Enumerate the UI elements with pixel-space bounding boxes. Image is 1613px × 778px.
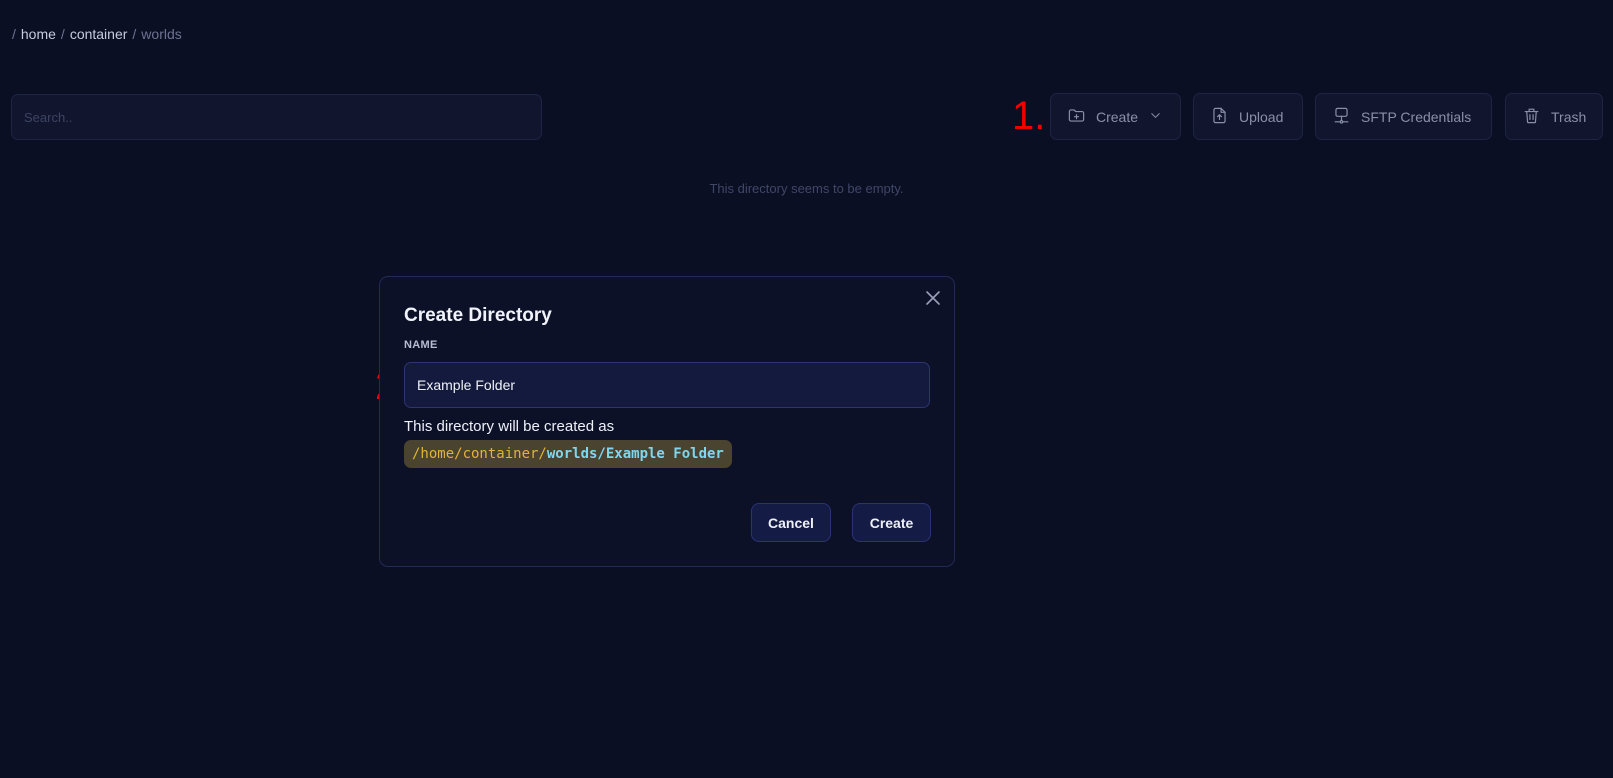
sftp-credentials-button[interactable]: SFTP Credentials bbox=[1315, 93, 1492, 140]
creation-hint: This directory will be created as bbox=[404, 418, 615, 435]
trash-button-label: Trash bbox=[1551, 108, 1587, 125]
close-icon[interactable] bbox=[923, 288, 943, 308]
path-new-segment: worlds/Example Folder bbox=[546, 446, 724, 462]
breadcrumb-separator: / bbox=[60, 26, 65, 42]
create-button[interactable]: Create bbox=[1050, 93, 1181, 140]
file-manager-page: / home / container / worlds 1. Create bbox=[0, 0, 1613, 778]
directory-path-preview: /home/container/ worlds/Example Folder bbox=[404, 440, 732, 468]
breadcrumb-separator: / bbox=[12, 26, 16, 42]
breadcrumb-container[interactable]: container bbox=[70, 26, 128, 42]
search-input[interactable] bbox=[11, 94, 542, 140]
server-network-icon bbox=[1332, 106, 1351, 128]
trash-icon bbox=[1522, 106, 1541, 128]
breadcrumb-home[interactable]: home bbox=[21, 26, 56, 42]
empty-directory-message: This directory seems to be empty. bbox=[0, 181, 1613, 196]
empty-directory-text: This directory seems to be empty. bbox=[709, 181, 904, 196]
breadcrumb: / home / container / worlds bbox=[12, 26, 182, 42]
modal-title: Create Directory bbox=[404, 305, 552, 326]
create-button-label: Create bbox=[1096, 108, 1139, 125]
path-base: /home/container/ bbox=[412, 446, 547, 462]
folder-plus-icon bbox=[1067, 106, 1086, 128]
cancel-button[interactable]: Cancel bbox=[751, 503, 831, 542]
upload-button-label: Upload bbox=[1239, 108, 1284, 125]
breadcrumb-current: worlds bbox=[141, 26, 182, 42]
file-upload-icon bbox=[1210, 106, 1229, 128]
sftp-button-label: SFTP Credentials bbox=[1361, 108, 1472, 125]
create-directory-modal: Create Directory NAME This directory wil… bbox=[379, 276, 955, 567]
breadcrumb-separator: / bbox=[132, 26, 137, 42]
directory-name-input[interactable] bbox=[404, 362, 930, 408]
chevron-down-icon bbox=[1148, 108, 1163, 126]
annotation-1: 1. bbox=[1012, 94, 1046, 138]
upload-button[interactable]: Upload bbox=[1193, 93, 1303, 140]
trash-button[interactable]: Trash bbox=[1505, 93, 1603, 140]
name-field-label: NAME bbox=[404, 339, 438, 351]
create-directory-button[interactable]: Create bbox=[852, 503, 931, 542]
